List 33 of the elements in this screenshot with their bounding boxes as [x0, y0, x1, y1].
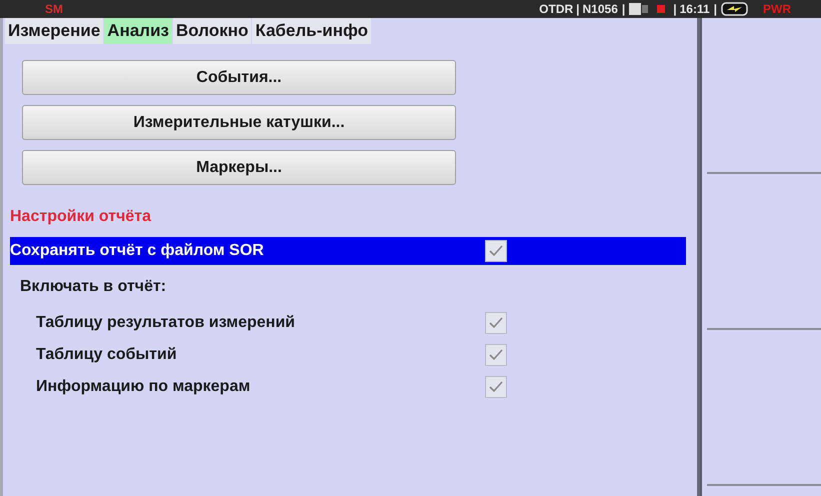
checkbox[interactable]	[485, 312, 507, 334]
checkmark-icon	[488, 380, 504, 394]
separator: |	[673, 1, 677, 18]
battery-plug-icon	[721, 2, 751, 16]
tab[interactable]: Анализ	[104, 18, 172, 44]
clock: 16:11	[680, 1, 710, 18]
menu-button[interactable]: Маркеры...	[22, 150, 456, 185]
separator: |	[714, 1, 717, 18]
checkbox[interactable]	[485, 240, 507, 262]
checkmark-icon	[488, 316, 504, 330]
memory-card-icon	[629, 3, 650, 15]
menu-button[interactable]: Измерительные катушки...	[22, 105, 456, 140]
option-label: Информацию по маркерам	[36, 377, 252, 397]
separator: |	[622, 1, 626, 18]
checkmark-icon	[488, 348, 504, 362]
separator: |	[576, 1, 580, 18]
option-row[interactable]: Сохранять отчёт с файлом SOR	[10, 237, 686, 265]
serial-label: N1056	[582, 1, 618, 18]
option-label: Таблицу результатов измерений	[36, 313, 296, 333]
section-heading: Настройки отчёта	[10, 207, 152, 227]
tab[interactable]: Кабель-инфо	[252, 18, 372, 44]
option-label: Сохранять отчёт с файлом SOR	[10, 241, 265, 261]
option-label: Таблицу событий	[36, 345, 178, 365]
checkmark-icon	[488, 244, 504, 258]
power-label: PWR	[763, 1, 791, 18]
tab[interactable]: Измерение	[5, 18, 104, 44]
menu-button[interactable]: События...	[22, 60, 456, 95]
module-label: OTDR	[539, 1, 574, 18]
include-label: Включать в отчёт:	[20, 277, 168, 297]
checkbox[interactable]	[485, 344, 507, 366]
checkbox[interactable]	[485, 376, 507, 398]
fiber-mode-label: SM	[45, 1, 63, 18]
tab[interactable]: Волокно	[173, 18, 252, 44]
